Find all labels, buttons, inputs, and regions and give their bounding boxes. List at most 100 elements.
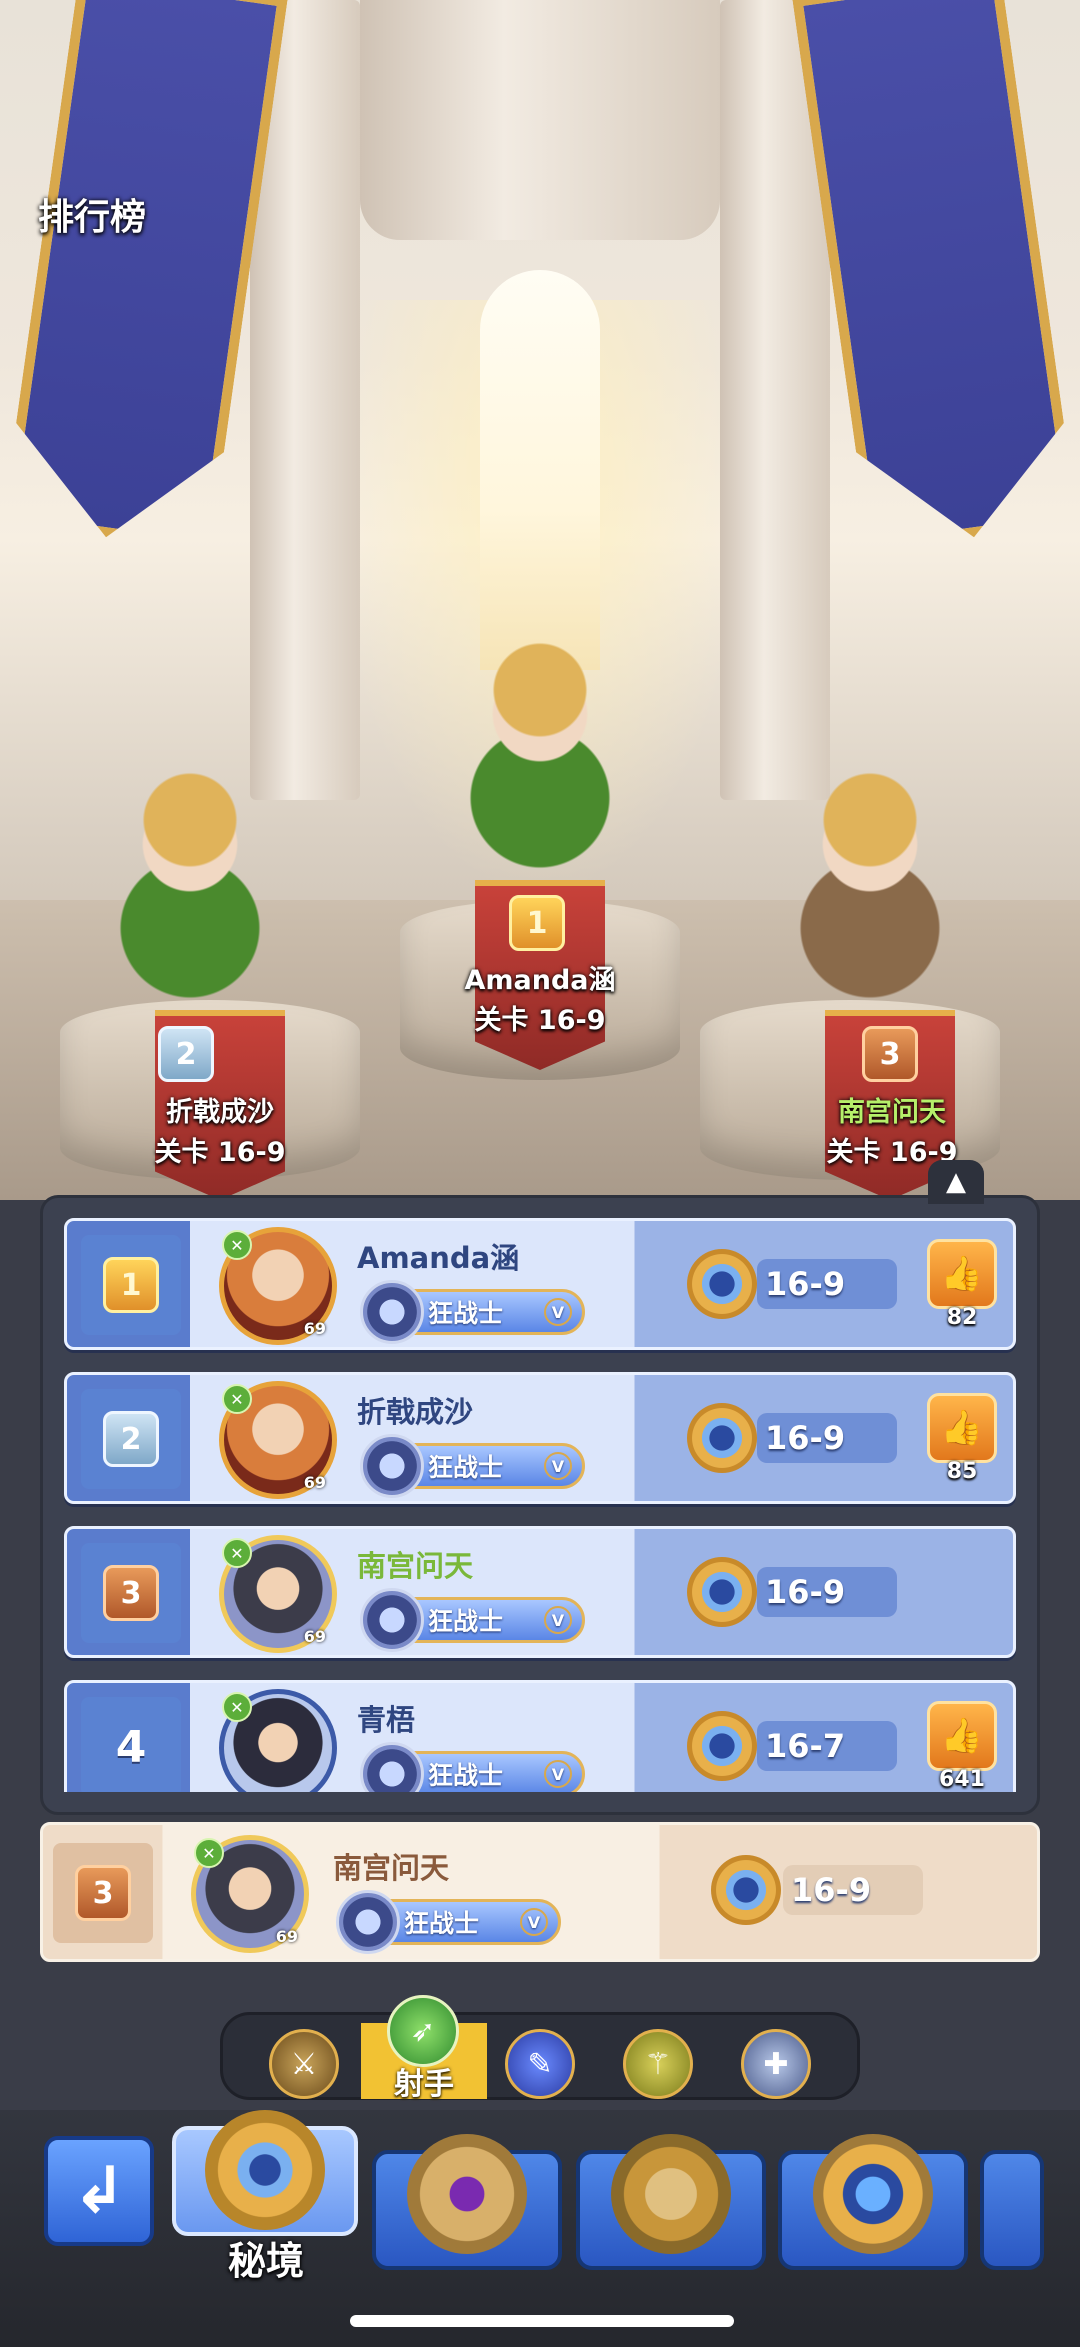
class-tab-bar: ⚔ ➶ 射手 ✎ ⚚ ✚ <box>220 1995 860 2103</box>
podium-1-stage: 关卡 16-9 <box>474 1005 606 1036</box>
badge-icon: ✕ <box>222 1230 252 1260</box>
thumbs-up-icon: 👍 <box>940 1716 984 1756</box>
thumbs-up-icon: 👍 <box>940 1254 984 1294</box>
class-tier: V <box>544 1606 572 1634</box>
avatar-level: 69 <box>275 1927 298 1946</box>
archway-window <box>480 270 600 670</box>
table-row[interactable]: 4 ✕ 青梧 狂战士 V 16-7 👍 641 <box>64 1680 1016 1792</box>
like-count: 82 <box>946 1305 978 1330</box>
class-emblem-icon <box>360 1434 424 1498</box>
like-button[interactable]: 👍 <box>927 1239 997 1309</box>
avatar[interactable]: ✕ <box>219 1689 337 1792</box>
cross-icon[interactable]: ✚ <box>741 2029 811 2099</box>
stage-value: 16-9 <box>783 1865 923 1915</box>
axe-icon[interactable]: ⚔ <box>269 2029 339 2099</box>
like-button[interactable]: 👍 <box>927 1701 997 1771</box>
stage-emblem-icon <box>687 1403 757 1473</box>
class-badge: 狂战士 V <box>360 1434 585 1498</box>
badge-icon: ✕ <box>222 1692 252 1722</box>
archway-top <box>360 0 720 240</box>
podium-1-name: Amanda涵 <box>464 965 616 996</box>
table-row[interactable]: 3 ✕ 69 南宫问天 狂战士 V 16-9 <box>64 1526 1016 1658</box>
table-row[interactable]: 1 ✕ 69 Amanda涵 狂战士 V 16-9 👍 82 <box>64 1218 1016 1350</box>
rank-medal: 3 <box>75 1865 131 1921</box>
rank-medal: 1 <box>103 1257 159 1313</box>
dagger-icon[interactable]: ⚚ <box>623 2029 693 2099</box>
player-name: 南宫问天 <box>333 1851 450 1885</box>
player-name: 南宫问天 <box>357 1549 474 1583</box>
crown-emblem-icon <box>611 2134 731 2254</box>
rank-2-medal: 2 <box>158 1026 214 1082</box>
return-arrow-icon[interactable]: ↲ <box>44 2136 154 2246</box>
right-banner <box>792 0 1078 552</box>
stage-emblem-icon <box>687 1249 757 1319</box>
avatar[interactable]: ✕ 69 <box>219 1381 337 1499</box>
mode-more[interactable] <box>980 2150 1044 2270</box>
rank-tile: 1 <box>81 1235 181 1335</box>
class-label: 狂战士 <box>428 1761 504 1790</box>
avatar[interactable]: ✕ 69 <box>219 1535 337 1653</box>
purple-gem-emblem-icon <box>407 2134 527 2254</box>
like-count: 641 <box>939 1767 985 1792</box>
avatar[interactable]: ✕ 69 <box>219 1227 337 1345</box>
badge-icon: ✕ <box>222 1538 252 1568</box>
avatar-level: 69 <box>303 1627 326 1646</box>
podium-2-name: 折戟成沙 <box>166 1097 274 1128</box>
class-tier: V <box>544 1452 572 1480</box>
secret-realm-emblem-icon <box>205 2110 325 2230</box>
avatar-level: 69 <box>303 1473 326 1492</box>
hero-rank-2[interactable] <box>90 760 290 1000</box>
stage-emblem-icon <box>687 1557 757 1627</box>
player-name: Amanda涵 <box>357 1241 520 1275</box>
class-emblem-icon <box>360 1742 424 1792</box>
class-tier: V <box>544 1298 572 1326</box>
stage-value: 16-9 <box>757 1567 897 1617</box>
class-badge: 狂战士 V <box>336 1890 561 1954</box>
podium-scene: 2 1 3 折戟成沙 关卡 16-9 Amanda涵 关卡 16-9 南宫问天 … <box>0 0 1080 1200</box>
class-emblem-icon <box>360 1280 424 1344</box>
avatar[interactable]: ✕ 69 <box>191 1835 309 1953</box>
class-badge: 狂战士 V <box>360 1280 585 1344</box>
my-rank-row[interactable]: 3 ✕ 69 南宫问天 狂战士 V 16-9 <box>40 1822 1040 1962</box>
rank-tile: 2 <box>81 1389 181 1489</box>
ranking-list[interactable]: 1 ✕ 69 Amanda涵 狂战士 V 16-9 👍 82 2 ✕ 69 折戟成沙 … <box>64 1218 1016 1792</box>
rank-3-medal: 3 <box>862 1026 918 1082</box>
avatar-level: 69 <box>303 1319 326 1338</box>
table-row[interactable]: 2 ✕ 69 折戟成沙 狂战士 V 16-9 👍 85 <box>64 1372 1016 1504</box>
stage-value: 16-9 <box>757 1259 897 1309</box>
player-name: 折戟成沙 <box>357 1395 474 1429</box>
bow-icon[interactable]: ➶ <box>387 1995 459 2067</box>
mode-crown[interactable] <box>576 2134 766 2270</box>
stage-emblem-icon <box>687 1711 757 1781</box>
page-title: 排行榜 <box>38 197 147 238</box>
hero-rank-1[interactable] <box>440 630 640 870</box>
rank-tile: 3 <box>81 1543 181 1643</box>
mode-secret-realm[interactable] <box>172 2110 358 2236</box>
rank-number: 4 <box>115 1721 147 1773</box>
podium-2-stage: 关卡 16-9 <box>154 1137 286 1168</box>
stage-emblem-icon <box>711 1855 781 1925</box>
mode-star[interactable] <box>778 2134 968 2270</box>
class-tier: V <box>520 1908 548 1936</box>
rank-1-medal: 1 <box>509 895 565 951</box>
tab-label-archer[interactable]: 射手 <box>361 2059 487 2103</box>
badge-icon: ✕ <box>194 1838 224 1868</box>
mode-purple[interactable] <box>372 2134 562 2270</box>
rank-medal: 3 <box>103 1565 159 1621</box>
class-label: 狂战士 <box>428 1607 504 1636</box>
star-emblem-icon <box>813 2134 933 2254</box>
hero-rank-3[interactable] <box>770 760 970 1000</box>
class-label: 狂战士 <box>404 1909 480 1938</box>
staff-icon[interactable]: ✎ <box>505 2029 575 2099</box>
rank-tile: 3 <box>53 1843 153 1943</box>
thumbs-up-icon: 👍 <box>940 1408 984 1448</box>
like-count: 85 <box>946 1459 978 1484</box>
class-emblem-icon <box>336 1890 400 1954</box>
collapse-button[interactable]: ▲ <box>928 1160 984 1204</box>
home-indicator[interactable] <box>350 2315 734 2327</box>
left-banner <box>2 0 288 552</box>
class-badge: 狂战士 V <box>360 1742 585 1792</box>
badge-icon: ✕ <box>222 1384 252 1414</box>
like-button[interactable]: 👍 <box>927 1393 997 1463</box>
class-label: 狂战士 <box>428 1453 504 1482</box>
